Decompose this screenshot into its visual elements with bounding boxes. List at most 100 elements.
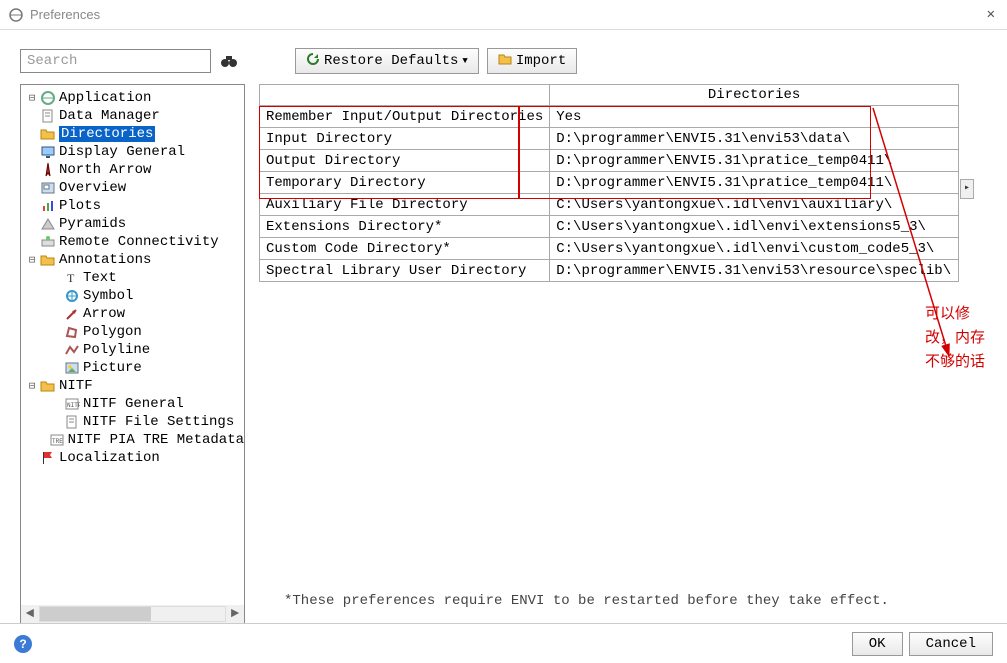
close-icon[interactable]: ✕ (983, 6, 999, 23)
tree-item-nitf[interactable]: ⊟ NITF (21, 377, 244, 395)
property-label: Custom Code Directory* (260, 238, 550, 260)
property-label: Input Directory (260, 128, 550, 150)
tree-item-label: NITF (59, 378, 93, 394)
tree-item-label: Symbol (83, 288, 133, 304)
help-icon[interactable]: ? (14, 635, 32, 653)
polyline-icon (63, 342, 81, 358)
tree-item-label: Data Manager (59, 108, 160, 124)
property-label: Auxiliary File Directory (260, 194, 550, 216)
tree-expander-icon[interactable]: ⊟ (25, 91, 39, 105)
tree-item-symbol[interactable]: Symbol (21, 287, 244, 305)
monitor-icon (39, 144, 57, 160)
svg-text:TRE: TRE (52, 438, 63, 445)
annotation-text: 可以修改，内存不够的话 (925, 302, 995, 374)
property-value[interactable]: C:\Users\yantongxue\.idl\envi\extensions… (550, 216, 959, 238)
tree-item-picture[interactable]: Picture (21, 359, 244, 377)
tree-item-label: Localization (59, 450, 160, 466)
ok-button[interactable]: OK (852, 632, 903, 656)
restore-defaults-label: Restore Defaults (324, 53, 458, 69)
property-label: Temporary Directory (260, 172, 550, 194)
tree-item-label: Picture (83, 360, 142, 376)
browse-button[interactable]: ▸ (960, 179, 974, 199)
tree-item-label: NITF General (83, 396, 184, 412)
property-value[interactable]: D:\programmer\ENVI5.31\envi53\resource\s… (550, 260, 959, 282)
flag-icon (39, 450, 57, 466)
tree-scrollbar[interactable]: ◄ ► (21, 605, 244, 623)
property-row: Custom Code Directory*C:\Users\yantongxu… (260, 238, 959, 260)
property-label: Extensions Directory* (260, 216, 550, 238)
refresh-icon (306, 52, 320, 71)
window-title: Preferences (30, 7, 983, 22)
property-row: Extensions Directory*C:\Users\yantongxue… (260, 216, 959, 238)
import-button[interactable]: Import (487, 48, 577, 74)
tree-item-nitf-general[interactable]: NITFNITF General (21, 395, 244, 413)
tree-item-label: NITF PIA TRE Metadata (68, 432, 244, 448)
tree-item-overview[interactable]: Overview (21, 179, 244, 197)
grid-header-blank (260, 85, 550, 106)
tree-item-label: NITF File Settings (83, 414, 234, 430)
tree-item-display-general[interactable]: Display General (21, 143, 244, 161)
tree-item-label: Directories (59, 126, 155, 142)
restore-defaults-button[interactable]: Restore Defaults ▼ (295, 48, 479, 74)
tree-item-application[interactable]: ⊟Application (21, 89, 244, 107)
category-tree[interactable]: ⊟ApplicationData Manager Directories Displ… (20, 84, 245, 624)
tree-item-polyline[interactable]: Polyline (21, 341, 244, 359)
tree-item-label: Polygon (83, 324, 142, 340)
tree-item-localization[interactable]: Localization (21, 449, 244, 467)
property-value[interactable]: D:\programmer\ENVI5.31\pratice_temp0411\ (550, 172, 959, 194)
tree-item-label: Polyline (83, 342, 150, 358)
scroll-right-icon[interactable]: ► (226, 606, 244, 622)
tree-expander-icon[interactable]: ⊟ (25, 379, 39, 393)
dialog-buttons: ? OK Cancel (0, 623, 1007, 663)
titlebar: Preferences ✕ (0, 0, 1007, 30)
tree-item-text[interactable]: TText (21, 269, 244, 287)
tree-item-label: North Arrow (59, 162, 151, 178)
property-row: Auxiliary File DirectoryC:\Users\yantong… (260, 194, 959, 216)
tree-item-north-arrow[interactable]: North Arrow (21, 161, 244, 179)
scroll-left-icon[interactable]: ◄ (21, 606, 39, 622)
property-value[interactable]: C:\Users\yantongxue\.idl\envi\auxiliary\ (550, 194, 959, 216)
property-label: Output Directory (260, 150, 550, 172)
tre-icon: TRE (48, 432, 66, 448)
doc-icon (63, 414, 81, 430)
tree-item-data-manager[interactable]: Data Manager (21, 107, 244, 125)
grid-header: Directories (550, 85, 959, 106)
tree-item-pyramids[interactable]: Pyramids (21, 215, 244, 233)
tree-item-plots[interactable]: Plots (21, 197, 244, 215)
tree-item-nitf-file-settings[interactable]: NITF File Settings (21, 413, 244, 431)
search-input[interactable] (20, 49, 211, 73)
property-value[interactable]: D:\programmer\ENVI5.31\envi53\data\ (550, 128, 959, 150)
cancel-button[interactable]: Cancel (909, 632, 993, 656)
pyramid-icon (39, 216, 57, 232)
property-row: Input DirectoryD:\programmer\ENVI5.31\en… (260, 128, 959, 150)
import-label: Import (516, 53, 566, 69)
tree-item-polygon[interactable]: Polygon (21, 323, 244, 341)
dropdown-icon: ▼ (462, 56, 467, 66)
footnote: *These preferences require ENVI to be re… (284, 593, 889, 609)
app-icon (39, 90, 57, 106)
symbol-icon (63, 288, 81, 304)
nitf-icon: NITF (63, 396, 81, 412)
tree-item-annotations[interactable]: ⊟Annotations (21, 251, 244, 269)
tree-item-remote-connectivity[interactable]: Remote Connectivity (21, 233, 244, 251)
property-value[interactable]: D:\programmer\ENVI5.31\pratice_temp0411\ (550, 150, 959, 172)
tree-item-label: Overview (59, 180, 126, 196)
text-icon: T (63, 270, 81, 286)
app-icon (8, 7, 24, 23)
property-row: Remember Input/Output DirectoriesYes (260, 106, 959, 128)
tree-item-label: Plots (59, 198, 101, 214)
tree-expander-icon[interactable]: ⊟ (25, 253, 39, 267)
property-value[interactable]: Yes (550, 106, 959, 128)
tree-item-directories[interactable]: Directories (21, 125, 244, 143)
tree-item-nitf-pia-tre-metadata[interactable]: TRE NITF PIA TRE Metadata (21, 431, 244, 449)
tree-item-label: Display General (59, 144, 185, 160)
overview-icon (39, 180, 57, 196)
remote-icon (39, 234, 57, 250)
property-label: Remember Input/Output Directories (260, 106, 550, 128)
svg-text:NITF: NITF (67, 402, 80, 409)
binoculars-icon[interactable] (219, 51, 239, 71)
tree-item-arrow[interactable]: Arrow (21, 305, 244, 323)
folder-open-icon (39, 378, 57, 394)
tree-item-label: Pyramids (59, 216, 126, 232)
property-value[interactable]: C:\Users\yantongxue\.idl\envi\custom_cod… (550, 238, 959, 260)
